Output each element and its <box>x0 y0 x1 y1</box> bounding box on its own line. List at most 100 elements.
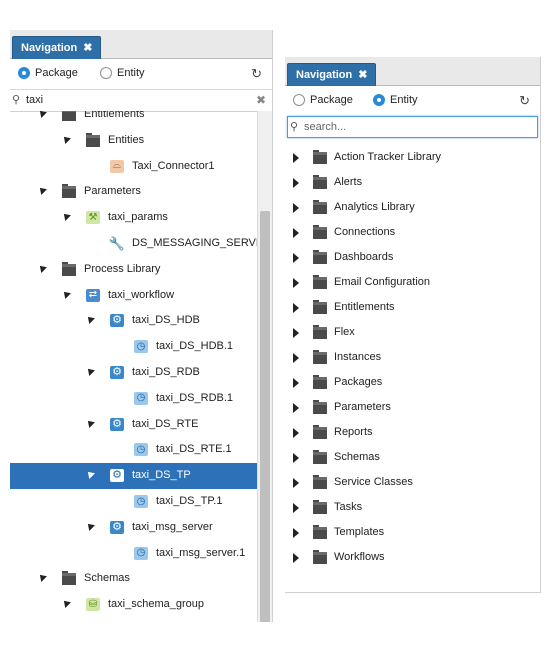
tree-row[interactable]: Templates <box>285 520 540 546</box>
tree-row[interactable]: ⚙ taxi_DS_RTE <box>10 412 258 438</box>
tree-row[interactable]: ⚙ taxi_DS_HDB <box>10 308 258 334</box>
left-view-selector: Package Entity ↻ <box>10 59 272 90</box>
tree-row[interactable]: Entitlements <box>285 295 540 321</box>
collapsed-arrow-icon[interactable] <box>293 453 299 463</box>
clear-search-icon[interactable]: ✖ <box>256 93 266 107</box>
right-navigation-tab[interactable]: Navigation ✖ <box>287 63 377 86</box>
tree-row[interactable]: Service Classes <box>285 470 540 496</box>
tree-row[interactable]: 🔧 DS_MESSAGING_SERVER <box>10 231 271 257</box>
expanded-arrow-icon[interactable] <box>61 598 71 609</box>
tree-item-label: Tasks <box>334 501 363 513</box>
tree-item-label: taxi_DS_RTE.1 <box>156 443 232 456</box>
right-radio-package[interactable]: Package <box>293 94 353 106</box>
folder-icon <box>62 261 76 276</box>
gear-icon: ⚙ <box>110 469 124 483</box>
collapsed-arrow-icon[interactable] <box>293 328 299 338</box>
tree-row[interactable]: Schemas <box>10 566 258 592</box>
collapsed-arrow-icon[interactable] <box>293 403 299 413</box>
collapsed-arrow-icon[interactable] <box>293 253 299 263</box>
left-tree: ⛁ taxi_schema_group Schemas ◷ taxi_msg_serve… <box>10 111 272 622</box>
expanded-arrow-icon[interactable] <box>61 211 71 222</box>
left-search-input[interactable]: ⚲ taxi ✖ <box>10 90 272 112</box>
tree-row[interactable]: ◷ taxi_DS_TP.1 <box>10 489 258 515</box>
tree-row[interactable]: Entities <box>10 128 258 154</box>
tree-row[interactable]: ⚙ taxi_DS_TP <box>10 463 258 490</box>
tree-row[interactable]: Email Configuration <box>285 270 540 296</box>
collapsed-arrow-icon[interactable] <box>293 153 299 163</box>
left-scrollbar-thumb[interactable] <box>260 211 270 622</box>
tree-row[interactable]: Packages <box>285 370 540 396</box>
tree-row[interactable]: Analytics Library <box>285 195 540 221</box>
right-refresh-icon[interactable]: ↻ <box>519 93 530 109</box>
tree-row[interactable]: ◷ taxi_DS_RTE.1 <box>10 437 258 463</box>
expanded-arrow-icon[interactable] <box>37 111 47 118</box>
tree-row[interactable]: ⚙ taxi_msg_server <box>10 515 258 541</box>
expanded-arrow-icon[interactable] <box>85 417 95 428</box>
expanded-arrow-icon[interactable] <box>85 520 95 531</box>
right-search-input[interactable]: ⚲ search... <box>287 116 538 138</box>
tree-row[interactable]: Flex <box>285 320 540 346</box>
expanded-arrow-icon[interactable] <box>37 572 47 583</box>
tree-row[interactable]: Schemas <box>285 445 540 471</box>
collapsed-arrow-icon[interactable] <box>293 478 299 488</box>
tree-row[interactable]: Parameters <box>285 395 540 421</box>
tree-row[interactable]: ◷ taxi_DS_RDB.1 <box>10 386 258 412</box>
left-radio-entity-label: Entity <box>117 67 145 79</box>
tree-row[interactable]: ◷ taxi_msg_server.1 <box>10 541 258 567</box>
tree-row[interactable]: Instances <box>285 345 540 371</box>
tree-row[interactable]: Workflows <box>285 545 540 571</box>
expanded-arrow-icon[interactable] <box>85 314 95 325</box>
expanded-arrow-icon[interactable] <box>85 366 95 376</box>
right-radio-entity[interactable]: Entity <box>373 94 418 106</box>
left-navigation-panel: Navigation ✖ Package Entity ↻ ⚲ taxi ✖ ⛁ t… <box>10 30 273 622</box>
collapsed-arrow-icon[interactable] <box>293 553 299 563</box>
expanded-arrow-icon[interactable] <box>61 133 71 144</box>
tree-row[interactable]: Process Library <box>10 257 258 283</box>
collapsed-arrow-icon[interactable] <box>293 178 299 188</box>
left-scrollbar[interactable] <box>257 111 272 622</box>
right-radio-entity-label: Entity <box>390 94 418 106</box>
tree-item-label: taxi_DS_HDB <box>132 314 200 327</box>
collapsed-arrow-icon[interactable] <box>293 503 299 513</box>
collapsed-arrow-icon[interactable] <box>293 378 299 388</box>
expanded-arrow-icon[interactable] <box>37 185 47 196</box>
left-radio-package[interactable]: Package <box>18 67 78 79</box>
collapsed-arrow-icon[interactable] <box>293 353 299 363</box>
tree-row[interactable]: Reports <box>285 420 540 446</box>
tree-row[interactable]: ⛁ taxi_schema_group <box>10 592 258 618</box>
right-tab-close-icon[interactable]: ✖ <box>358 69 367 81</box>
search-icon: ⚲ <box>12 94 21 106</box>
tree-row[interactable]: Alerts <box>285 170 540 196</box>
collapsed-arrow-icon[interactable] <box>293 203 299 213</box>
tree-row[interactable]: Action Tracker Library <box>285 145 540 171</box>
tree-row[interactable]: ⌓ Taxi_Connector1 <box>10 154 258 180</box>
tree-row[interactable]: ⚒ taxi_params <box>10 205 258 231</box>
left-tab-close-icon[interactable]: ✖ <box>83 42 92 54</box>
radio-checked-icon <box>373 94 385 106</box>
collapsed-arrow-icon[interactable] <box>293 278 299 288</box>
tree-row[interactable]: Connections <box>285 220 540 246</box>
gear-icon: ⚙ <box>110 520 124 534</box>
folder-icon <box>313 475 327 489</box>
expanded-arrow-icon[interactable] <box>61 288 71 299</box>
tree-item-label: Action Tracker Library <box>334 151 441 163</box>
tree-row[interactable]: Tasks <box>285 495 540 521</box>
tree-row[interactable]: Parameters <box>10 179 258 205</box>
collapsed-arrow-icon[interactable] <box>293 228 299 238</box>
collapsed-arrow-icon[interactable] <box>293 428 299 438</box>
tree-row[interactable]: ⚙ taxi_DS_RDB <box>10 360 258 386</box>
tree-row[interactable]: ◷ taxi_DS_HDB.1 <box>10 334 258 360</box>
clock-icon: ◷ <box>134 546 148 560</box>
left-tab-strip: Navigation ✖ <box>10 30 272 59</box>
tree-row[interactable]: Dashboards <box>285 245 540 271</box>
collapsed-arrow-icon[interactable] <box>293 528 299 538</box>
tree-row[interactable]: ⇄ taxi_workflow <box>10 283 258 309</box>
expanded-arrow-icon[interactable] <box>37 262 47 273</box>
expanded-arrow-icon[interactable] <box>85 469 95 480</box>
left-radio-entity[interactable]: Entity <box>100 67 145 79</box>
tree-row[interactable]: Entitlements <box>10 111 258 128</box>
left-navigation-tab[interactable]: Navigation ✖ <box>12 36 102 59</box>
left-refresh-icon[interactable]: ↻ <box>251 66 262 82</box>
wrench-icon: 🔧 <box>108 236 126 251</box>
collapsed-arrow-icon[interactable] <box>293 303 299 313</box>
